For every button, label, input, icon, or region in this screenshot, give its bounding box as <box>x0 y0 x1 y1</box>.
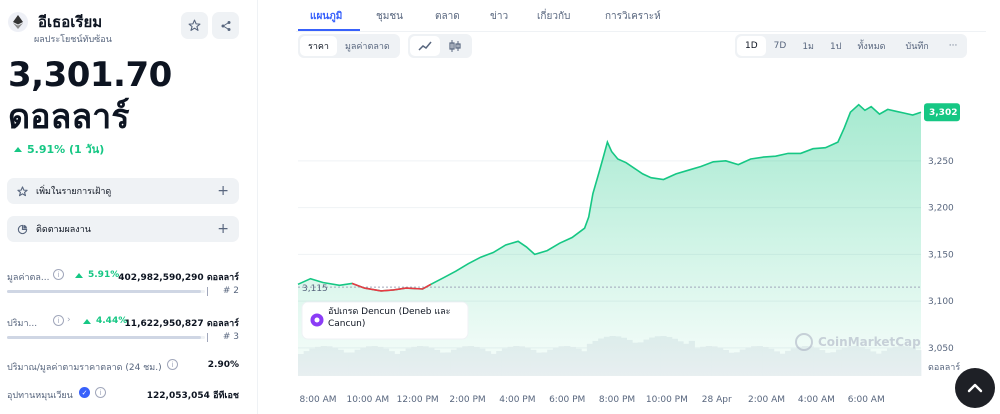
tab-community[interactable]: ชุมชน <box>376 9 403 24</box>
caret-up-icon <box>75 272 83 278</box>
plus-icon: + <box>217 221 229 237</box>
info-icon[interactable]: i <box>53 269 64 280</box>
volume-market-cap-ratio-stat: ปริมาณ/มูลค่าตามราคาตลาด (24 ชม.) i 2.90… <box>7 359 239 374</box>
candlestick-button[interactable] <box>440 36 470 56</box>
track-label: ติดตามผลงาน <box>36 225 91 235</box>
y-tick-label: 3,200 <box>928 204 954 214</box>
coin-name: อีเธอเรียม <box>38 13 103 31</box>
coin-header: อีเธอเรียม <box>8 12 102 32</box>
tab-markets[interactable]: ตลาด <box>435 9 460 24</box>
ethereum-icon <box>8 12 28 32</box>
caret-up-icon <box>14 146 22 152</box>
caret-up-icon <box>83 318 91 324</box>
tab-analytics[interactable]: การวิเคราะห์ <box>605 9 661 24</box>
tab-chart[interactable]: แผนภูมิ <box>310 9 342 24</box>
coin-summary-panel: อีเธอเรียม ผลประโยชน์ทับซ้อน 3,301.70 ดอ… <box>0 0 258 414</box>
market-cap-label: มูลค่าตล... <box>7 273 50 283</box>
x-tick-label: 4:00 AM <box>798 395 835 405</box>
y-tick-label: 3,250 <box>928 157 954 167</box>
share-icon <box>221 20 230 31</box>
x-tick-label: 6:00 AM <box>848 395 885 405</box>
line-chart-icon <box>418 41 432 51</box>
y-tick-label: 3,050 <box>928 344 954 354</box>
volume-value: 11,622,950,827 ดอลลาร์ <box>124 319 239 329</box>
x-tick-label: 2:00 AM <box>748 395 785 405</box>
vol-mcap-label: ปริมาณ/มูลค่าตามราคาตลาด (24 ชม.) <box>7 363 162 373</box>
circulating-label: อุปทานหมุนเวียน <box>7 391 73 401</box>
active-tab-indicator <box>298 29 360 31</box>
price-chart[interactable]: 3,115 3,050 3,100 3,150 3,200 3,250 8:00 AM 1… <box>296 84 986 414</box>
info-icon[interactable]: i <box>53 315 64 326</box>
add-to-watchlist-button[interactable]: เพิ่มในรายการเฝ้าดู + <box>7 178 239 204</box>
market-cap-change: 5.91% <box>88 270 120 280</box>
x-tick-label: 12:00 PM <box>397 395 439 405</box>
x-tick-label: 6:00 PM <box>549 395 585 405</box>
market-cap-rank: # 2 <box>222 286 239 296</box>
coin-price: 3,301.70 <box>8 55 172 95</box>
chart-style-toggle <box>408 34 472 58</box>
timeframe-1d[interactable]: 1D <box>737 36 766 56</box>
candlestick-icon <box>449 40 461 52</box>
section-tabs: แผนภูมิ ชุมชน ตลาด ข่าว เกี่ยวกับ การวิเ… <box>296 0 986 32</box>
chart-type-toggle: ราคา มูลค่าตลาด <box>298 34 400 58</box>
chevron-up-icon <box>967 383 983 393</box>
line-chart-button[interactable] <box>410 36 440 56</box>
tab-about[interactable]: เกี่ยวกับ <box>537 9 570 24</box>
circulating-value: 122,053,054 อีทีเอช <box>146 391 239 401</box>
x-tick-label: 10:00 PM <box>646 395 688 405</box>
y-tick-label: 3,100 <box>928 297 954 307</box>
price-change: 5.91% (1 วัน) <box>14 140 104 158</box>
y-tick-label: 3,150 <box>928 250 954 260</box>
plus-icon: + <box>217 183 229 199</box>
current-price-label: 3,302 <box>929 108 957 118</box>
coin-subtitle: ผลประโยชน์ทับซ้อน <box>34 35 112 45</box>
track-portfolio-button[interactable]: ติดตามผลงาน + <box>7 216 239 242</box>
price-change-value: 5.91% (1 วัน) <box>27 143 105 156</box>
star-button[interactable] <box>181 12 208 39</box>
pie-chart-icon <box>17 224 28 234</box>
volume-label: ปริมา... <box>7 319 38 329</box>
star-icon <box>188 19 201 31</box>
market-cap-value: 402,982,590,290 ดอลลาร์ <box>118 273 239 283</box>
info-icon[interactable]: i <box>95 387 106 398</box>
event-label: อัปเกรด Dencun (Deneb และ Cancun) <box>328 307 451 329</box>
x-tick-label: 28 Apr <box>702 395 732 405</box>
tab-news[interactable]: ข่าว <box>490 9 508 24</box>
market-cap-rank-bar <box>7 290 205 293</box>
current-price-tag: 3,302 <box>924 103 960 122</box>
y-axis-unit: ดอลลาร์ <box>928 361 960 373</box>
market-cap-stat: มูลค่าตล... i 5.91% 402,982,590,290 ดอลล… <box>7 269 239 300</box>
timeframe-7d[interactable]: 7D <box>766 36 795 56</box>
share-button[interactable] <box>212 12 239 39</box>
baseline-label: 3,115 <box>302 284 328 294</box>
price-unit: ดอลลาร์ <box>8 97 130 137</box>
timeframe-selector: 1D 7D 1ม 1ป ทั้งหมด บันทึก ··· <box>735 34 968 58</box>
chevron-right-icon[interactable]: › <box>67 315 71 325</box>
log-button[interactable]: บันทึก <box>897 36 936 56</box>
market-cap-toggle[interactable]: มูลค่าตลาด <box>337 36 398 56</box>
more-options-button[interactable]: ··· <box>941 36 966 56</box>
volume-rank-bar <box>7 336 205 339</box>
timeframe-all[interactable]: ทั้งหมด <box>849 36 893 56</box>
timeframe-1y[interactable]: 1ป <box>822 36 849 56</box>
event-marker[interactable]: อัปเกรด Dencun (Deneb และ Cancun) <box>301 301 469 340</box>
star-icon <box>17 185 28 196</box>
info-icon[interactable]: i <box>167 359 178 370</box>
x-tick-label: 2:00 PM <box>449 395 485 405</box>
x-tick-label: 10:00 AM <box>346 395 389 405</box>
verified-badge-icon: ✓ <box>79 387 90 398</box>
timeframe-1m[interactable]: 1ม <box>794 36 822 56</box>
x-tick-label: 8:00 AM <box>300 395 337 405</box>
watchlist-label: เพิ่มในรายการเฝ้าดู <box>36 187 112 197</box>
volume-rank: # 3 <box>222 332 239 342</box>
volume-stat: ปริมา... i › 4.44% 11,622,950,827 ดอลลาร… <box>7 315 239 346</box>
scroll-to-top-button[interactable] <box>955 368 995 408</box>
vol-mcap-value: 2.90% <box>207 360 239 370</box>
volume-change: 4.44% <box>96 316 128 326</box>
x-tick-label: 4:00 PM <box>499 395 535 405</box>
watermark-text: CoinMarketCap <box>818 335 921 349</box>
price-toggle[interactable]: ราคา <box>300 36 337 56</box>
x-tick-label: 8:00 PM <box>599 395 635 405</box>
circulating-supply-stat: อุปทานหมุนเวียน ✓ i 122,053,054 อีทีเอช <box>7 387 239 402</box>
